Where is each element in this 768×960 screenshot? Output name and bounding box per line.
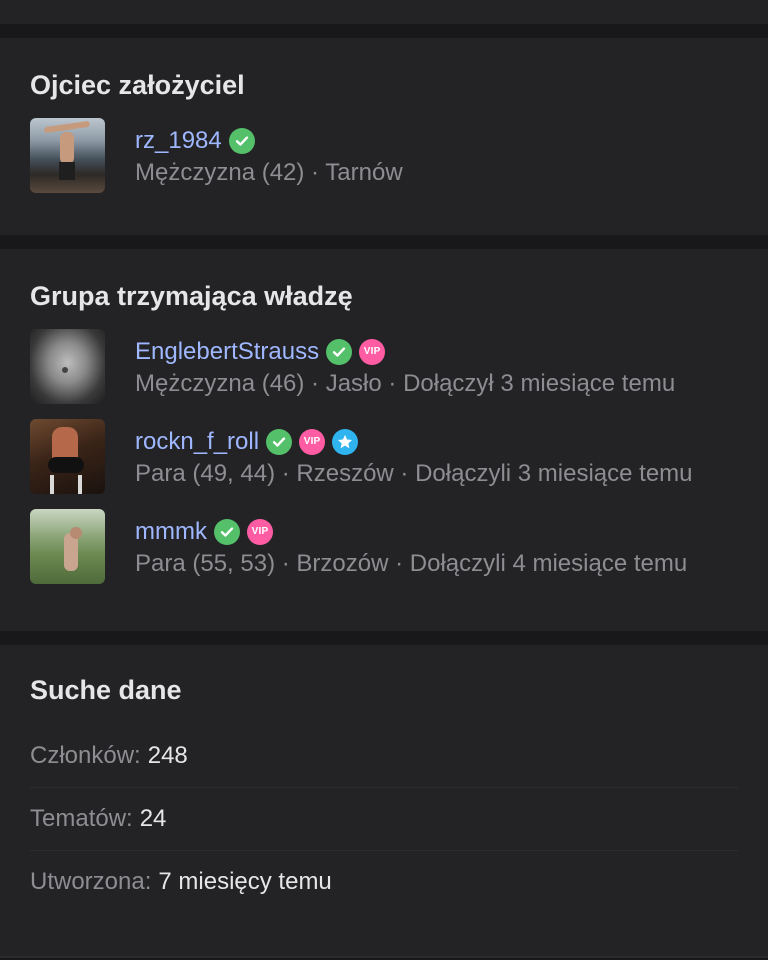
stat-label: Utworzona: <box>30 868 152 895</box>
member-row[interactable]: mmmk VIP Para (55, 53) · Brzozów · Dołąc… <box>30 509 738 584</box>
check-circle-icon <box>266 428 293 455</box>
stat-row-topics: Tematów: 24 <box>30 788 738 851</box>
section-title: Grupa trzymająca władzę <box>30 281 353 311</box>
stat-value: 24 <box>139 805 167 832</box>
section-title: Suche dane <box>30 675 182 705</box>
member-meta: Mężczyzna (46) · Jasło · Dołączył 3 mies… <box>135 369 676 397</box>
member-row[interactable]: rockn_f_roll VIP Para (49, 44) · Rzeszów… <box>30 419 738 494</box>
stats-list: Członków: 248 Tematów: 24 Utworzona: 7 m… <box>30 725 738 913</box>
member-meta: Para (49, 44) · Rzeszów · Dołączyli 3 mi… <box>135 459 693 487</box>
stat-label: Tematów: <box>30 805 133 832</box>
star-icon <box>332 428 359 455</box>
stat-row-members: Członków: 248 <box>30 725 738 788</box>
username-link[interactable]: mmmk <box>135 518 207 546</box>
founder-section: Ojciec założyciel rz_1984 Mężczyzna (42)… <box>0 38 768 235</box>
check-circle-icon <box>228 127 255 154</box>
username-link[interactable]: rz_1984 <box>135 127 222 155</box>
bottom-divider <box>0 956 768 958</box>
leaders-section: Grupa trzymająca władzę EnglebertStrauss… <box>0 249 768 631</box>
vip-icon: VIP <box>359 338 386 365</box>
member-row[interactable]: rz_1984 Mężczyzna (42) · Tarnów <box>30 118 403 193</box>
stat-value: 248 <box>147 742 188 769</box>
username-link[interactable]: rockn_f_roll <box>135 428 259 456</box>
member-meta: Mężczyzna (42) · Tarnów <box>135 158 403 186</box>
check-circle-icon <box>213 518 240 545</box>
username-link[interactable]: EnglebertStrauss <box>135 338 319 366</box>
avatar[interactable] <box>30 509 105 584</box>
stat-value: 7 miesięcy temu <box>158 868 332 895</box>
vip-icon: VIP <box>246 518 273 545</box>
vip-icon: VIP <box>299 428 326 455</box>
avatar[interactable] <box>30 329 105 404</box>
stat-label: Członków: <box>30 742 141 769</box>
stat-row-created: Utworzona: 7 miesięcy temu <box>30 851 738 913</box>
section-title: Ojciec założyciel <box>30 70 245 100</box>
stats-section: Suche dane Członków: 248 Tematów: 24 Utw… <box>0 645 768 956</box>
avatar[interactable] <box>30 419 105 494</box>
check-circle-icon <box>326 338 353 365</box>
member-meta: Para (55, 53) · Brzozów · Dołączyli 4 mi… <box>135 549 688 577</box>
avatar[interactable] <box>30 118 105 193</box>
top-bar <box>0 0 768 24</box>
member-row[interactable]: EnglebertStrauss VIP Mężczyzna (46) · Ja… <box>30 329 738 404</box>
